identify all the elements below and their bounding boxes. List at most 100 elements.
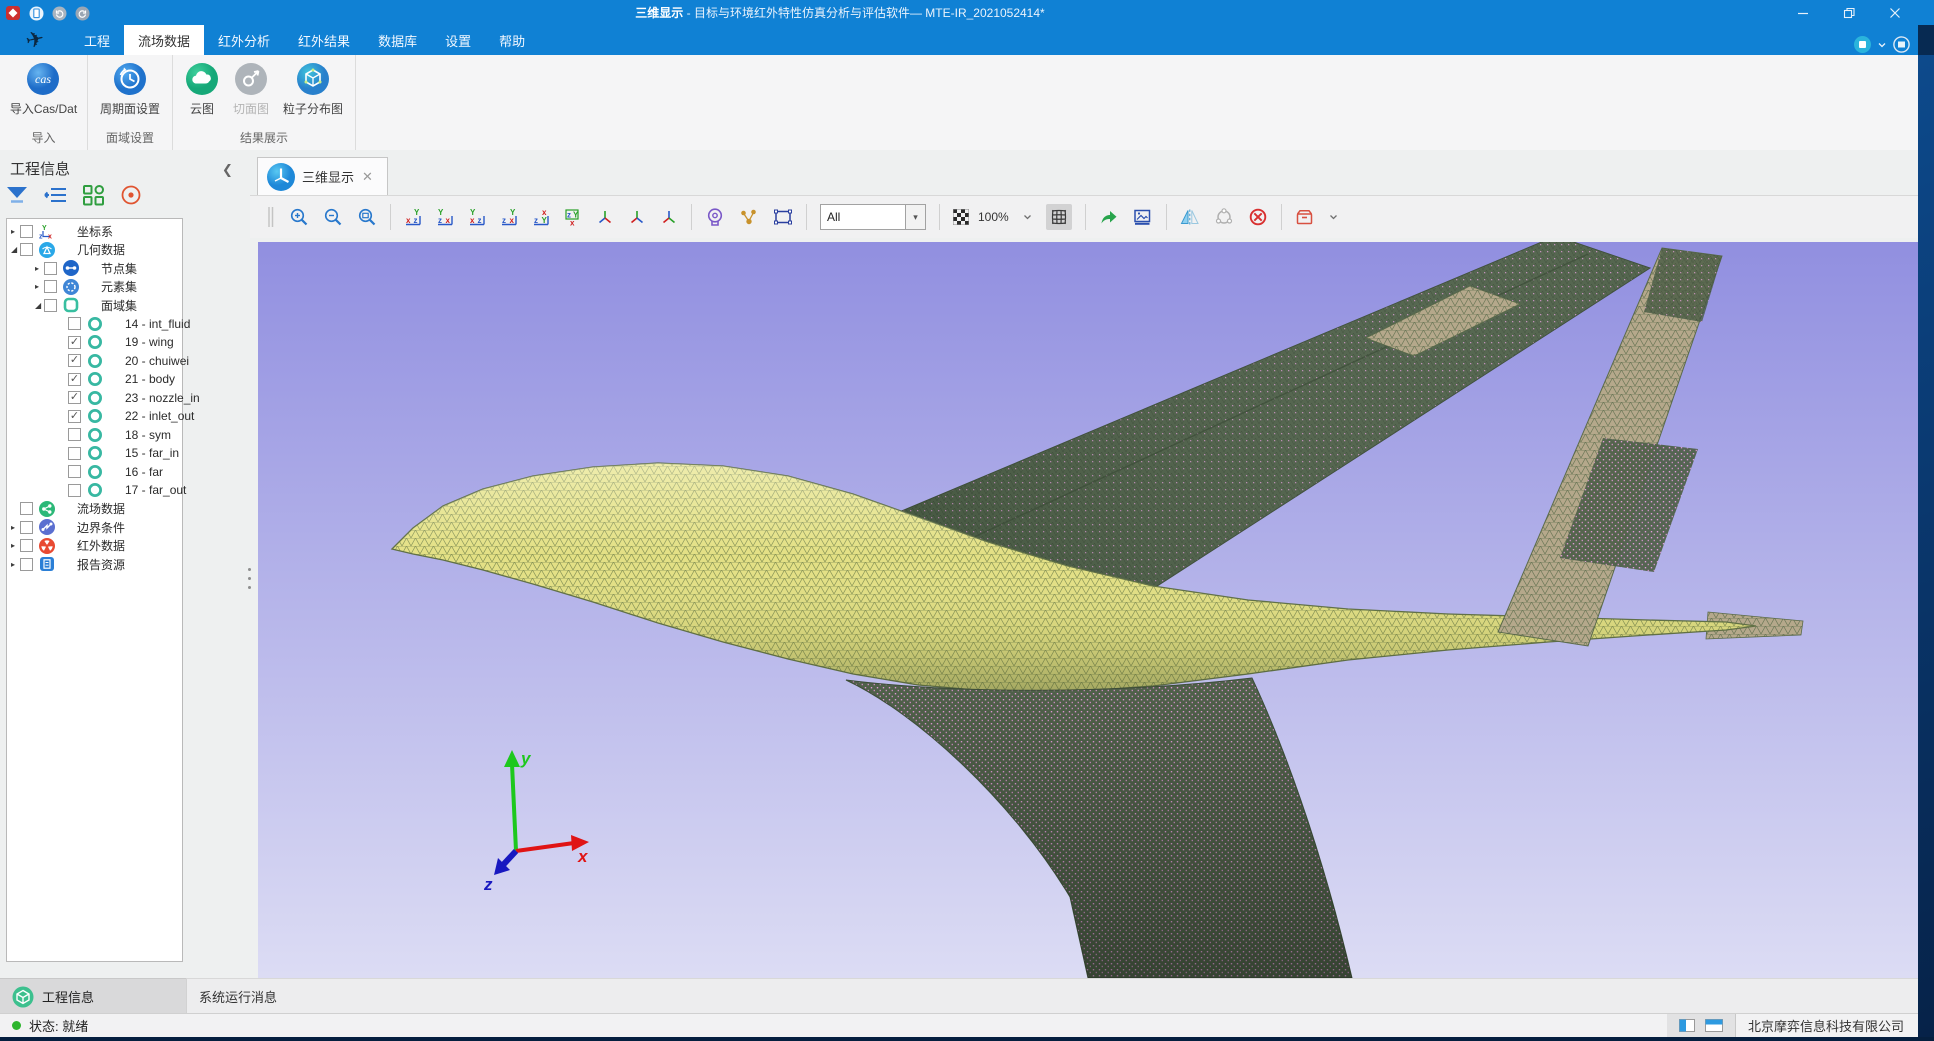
- zoom-fit-icon[interactable]: [357, 207, 377, 227]
- menu-tab-数据库[interactable]: 数据库: [364, 25, 431, 55]
- export-icon[interactable]: [1099, 208, 1119, 226]
- tree-item-节点集[interactable]: ▸节点集: [7, 259, 182, 278]
- tree-item-流场数据[interactable]: 流场数据: [7, 500, 182, 519]
- collapse-panel-icon[interactable]: ❮: [222, 162, 233, 178]
- tree-expand-icon[interactable]: ◢: [35, 301, 44, 310]
- tree-checkbox[interactable]: [44, 262, 57, 275]
- minimize-button[interactable]: [1780, 0, 1826, 25]
- tree-checkbox[interactable]: [68, 484, 81, 497]
- tree-item-20 - chuiwei[interactable]: ✓20 - chuiwei: [7, 352, 182, 371]
- restore-button[interactable]: [1826, 0, 1872, 25]
- view-back-icon[interactable]: Yzx: [436, 208, 454, 226]
- view-iso-2-icon[interactable]: [628, 208, 646, 226]
- tree-expand-icon[interactable]: ◢: [11, 245, 20, 254]
- tree-checkbox[interactable]: [68, 317, 81, 330]
- target-icon[interactable]: [120, 184, 144, 206]
- view-iso-1-icon[interactable]: [596, 208, 614, 226]
- select-rect-icon[interactable]: [773, 208, 793, 226]
- tree-checkbox[interactable]: ✓: [68, 354, 81, 367]
- tree-item-16 - far[interactable]: 16 - far: [7, 463, 182, 482]
- view-iso-3-icon[interactable]: [660, 208, 678, 226]
- dropdown-caret[interactable]: [1023, 213, 1032, 221]
- tree-checkbox[interactable]: [68, 428, 81, 441]
- mesh-toggle-icon[interactable]: [1046, 204, 1072, 230]
- tree-checkbox[interactable]: [20, 225, 33, 238]
- ribbon-button-导入Cas/Dat[interactable]: cas导入Cas/Dat: [4, 62, 83, 117]
- probe-icon[interactable]: [705, 207, 725, 227]
- tree-checkbox[interactable]: [68, 465, 81, 478]
- menu-tab-帮助[interactable]: 帮助: [485, 25, 539, 55]
- theme-filled-icon[interactable]: [1854, 36, 1871, 53]
- lasso-icon[interactable]: [1214, 208, 1234, 226]
- snapshot-icon[interactable]: [1133, 208, 1153, 226]
- tree-expand-icon[interactable]: ▸: [11, 560, 20, 569]
- tree-item-17 - far_out[interactable]: 17 - far_out: [7, 481, 182, 500]
- tree-expand-icon[interactable]: ▸: [11, 227, 20, 236]
- view-left-icon[interactable]: Yxz: [468, 208, 486, 226]
- tree-item-15 - far_in[interactable]: 15 - far_in: [7, 444, 182, 463]
- theme-outline-icon[interactable]: [1893, 36, 1910, 53]
- tree-item-报告资源[interactable]: ▸报告资源: [7, 555, 182, 574]
- tree-checkbox[interactable]: [20, 558, 33, 571]
- opacity-value-label[interactable]: 100%: [978, 210, 1009, 224]
- tree-expand-icon[interactable]: ▸: [35, 264, 44, 273]
- tree-item-边界条件[interactable]: ▸边界条件: [7, 518, 182, 537]
- redo-icon[interactable]: [75, 6, 90, 21]
- mirror-icon[interactable]: [1180, 208, 1200, 226]
- chevron-down-icon[interactable]: [1878, 41, 1886, 49]
- tree-expand-icon[interactable]: ▸: [11, 541, 20, 550]
- menu-tab-红外结果[interactable]: 红外结果: [284, 25, 364, 55]
- opacity-icon[interactable]: [953, 209, 969, 225]
- document-tab[interactable]: 三维显示 ✕: [257, 157, 388, 195]
- zoom-in-icon[interactable]: [289, 207, 309, 227]
- menu-tab-设置[interactable]: 设置: [431, 25, 485, 55]
- tree-checkbox[interactable]: [68, 447, 81, 460]
- layout-split-icon[interactable]: [1679, 1019, 1695, 1032]
- tree-item-21 - body[interactable]: ✓21 - body: [7, 370, 182, 389]
- display-filter-combo[interactable]: All▾: [820, 204, 926, 230]
- close-button[interactable]: [1872, 0, 1918, 25]
- tree-item-18 - sym[interactable]: 18 - sym: [7, 426, 182, 445]
- tree-checkbox[interactable]: ✓: [68, 391, 81, 404]
- tree-checkbox[interactable]: [44, 299, 57, 312]
- menu-tab-工程[interactable]: 工程: [70, 25, 124, 55]
- category-grid-icon[interactable]: [82, 184, 106, 206]
- ribbon-button-云图[interactable]: 云图: [179, 62, 225, 117]
- tree-expand-icon[interactable]: ▸: [35, 282, 44, 291]
- menu-tab-流场数据[interactable]: 流场数据: [124, 25, 204, 55]
- tree-checkbox[interactable]: [44, 280, 57, 293]
- view-front-icon[interactable]: xzY: [404, 208, 422, 226]
- chevron-down-icon[interactable]: ▾: [905, 205, 925, 229]
- new-file-icon[interactable]: [29, 6, 44, 21]
- tree-checkbox[interactable]: ✓: [68, 336, 81, 349]
- panel-bottom-tab[interactable]: 工程信息: [0, 978, 186, 1014]
- tree-item-19 - wing[interactable]: ✓19 - wing: [7, 333, 182, 352]
- tree-checkbox[interactable]: [20, 502, 33, 515]
- tree-item-坐标系[interactable]: ▸Yzx坐标系: [7, 222, 182, 241]
- ribbon-button-粒子分布图[interactable]: 粒子分布图: [277, 62, 349, 117]
- dropdown-caret[interactable]: [1329, 213, 1338, 221]
- particle-trace-icon[interactable]: [739, 208, 759, 226]
- layout-bar-icon[interactable]: [1705, 1019, 1723, 1032]
- view-top-icon[interactable]: xzY: [532, 208, 550, 226]
- filter-icon[interactable]: [6, 184, 30, 206]
- app-logo-icon[interactable]: [6, 6, 21, 21]
- menu-tab-红外分析[interactable]: 红外分析: [204, 25, 284, 55]
- tree-item-几何数据[interactable]: ◢几何数据: [7, 241, 182, 260]
- tree-item-22 - inlet_out[interactable]: ✓22 - inlet_out: [7, 407, 182, 426]
- viewport-3d[interactable]: y x z: [258, 242, 1918, 978]
- ribbon-button-周期面设置[interactable]: 周期面设置: [94, 62, 166, 117]
- tree-expand-icon[interactable]: ▸: [11, 523, 20, 532]
- tree-checkbox[interactable]: ✓: [68, 410, 81, 423]
- close-icon[interactable]: ✕: [362, 169, 373, 185]
- ribbon-button-切面图[interactable]: 切面图: [227, 62, 275, 117]
- view-right-icon[interactable]: Yzx: [500, 208, 518, 226]
- tree-item-红外数据[interactable]: ▸红外数据: [7, 537, 182, 556]
- tree-item-元素集[interactable]: ▸元素集: [7, 278, 182, 297]
- tree-checkbox[interactable]: [20, 243, 33, 256]
- tree-item-23 - nozzle_in[interactable]: ✓23 - nozzle_in: [7, 389, 182, 408]
- tree-item-14 - int_fluid[interactable]: 14 - int_fluid: [7, 315, 182, 334]
- tree-checkbox[interactable]: ✓: [68, 373, 81, 386]
- clear-icon[interactable]: [1248, 207, 1268, 227]
- panel-splitter-handle[interactable]: [247, 568, 251, 600]
